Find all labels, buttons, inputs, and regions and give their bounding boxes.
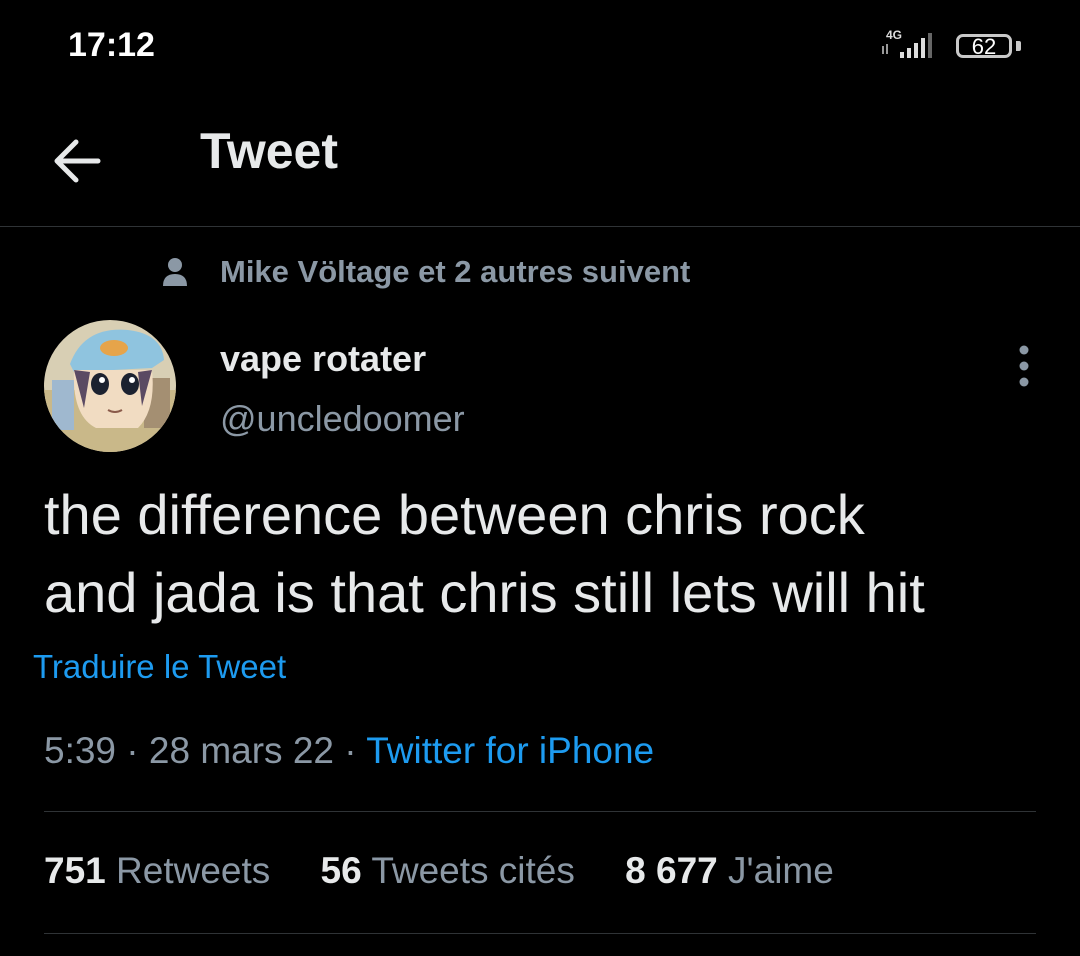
status-bar: 17:12 4G 62 [0, 0, 1080, 95]
quotes-label: Tweets cités [371, 850, 575, 891]
status-time: 17:12 [68, 26, 155, 64]
more-vertical-icon [1019, 345, 1029, 387]
signal-icon: 4G [882, 28, 932, 58]
likes-stat[interactable]: 8 677 J'aime [625, 850, 834, 892]
divider [44, 811, 1036, 812]
meta-separator: · [334, 730, 367, 771]
quotes-stat[interactable]: 56 Tweets cités [321, 850, 575, 892]
battery-level: 62 [971, 34, 997, 59]
quotes-count: 56 [320, 850, 362, 891]
tweet-source-link[interactable]: Twitter for iPhone [366, 730, 654, 771]
tweet-date[interactable]: 28 mars 22 [149, 730, 334, 771]
tweet-meta: 5:39 · 28 mars 22 · Twitter for iPhone [44, 730, 654, 772]
social-context-text: Mike Völtage et 2 autres suivent [220, 254, 691, 289]
retweets-label: Retweets [116, 850, 271, 891]
arrow-left-icon [54, 139, 101, 183]
battery-tip [1016, 41, 1021, 51]
app-header: Tweet [0, 96, 1080, 227]
tweet-text-line: and jada is that chris still lets will h… [44, 561, 925, 624]
author-name[interactable]: vape rotater [220, 338, 426, 380]
tweet-stats: 751 Retweets 56 Tweets cités 8 677 J'aim… [44, 850, 874, 892]
page-title: Tweet [200, 123, 338, 179]
battery-icon: 62 [956, 34, 1012, 59]
translate-link[interactable]: Traduire le Tweet [33, 648, 286, 686]
tweet-text-line: the difference between chris rock [44, 483, 865, 546]
network-type: 4G [886, 28, 902, 42]
avatar[interactable] [44, 320, 176, 452]
tweet-text: the difference between chris rock and ja… [44, 476, 1044, 632]
author-handle[interactable]: @uncledoomer [220, 398, 465, 440]
likes-count: 8 677 [625, 850, 718, 891]
retweets-count: 751 [44, 850, 106, 891]
back-button[interactable] [44, 126, 114, 196]
divider [44, 933, 1036, 934]
more-button[interactable] [1006, 344, 1042, 388]
likes-label: J'aime [728, 850, 834, 891]
tweet-time[interactable]: 5:39 [44, 730, 116, 771]
meta-separator: · [116, 730, 149, 771]
retweets-stat[interactable]: 751 Retweets [44, 850, 270, 892]
person-icon [163, 258, 187, 286]
